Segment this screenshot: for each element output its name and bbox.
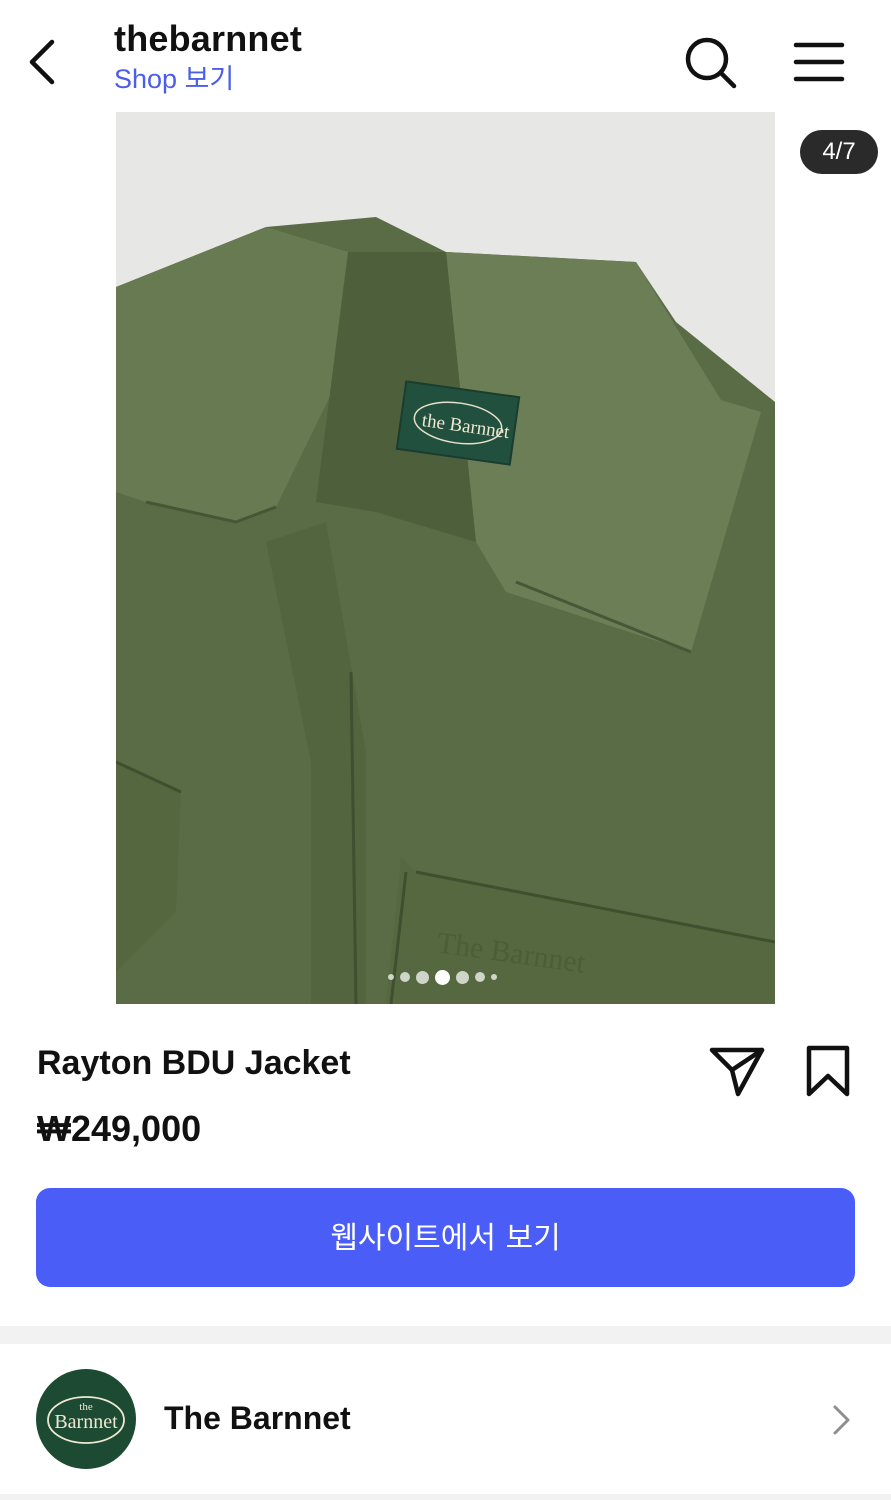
brand-logo: the Barnnet (47, 1396, 125, 1444)
chevron-right-icon (833, 1405, 850, 1435)
pagination-dot (416, 970, 429, 984)
brand-name: The Barnnet (164, 1400, 351, 1436)
product-image-carousel[interactable]: The Barnnet the Barnnet 4/7 (0, 112, 891, 1004)
pagination-dot (388, 974, 394, 980)
image-counter-badge: 4/7 (800, 130, 878, 174)
section-divider (0, 1326, 891, 1344)
brand-avatar: the Barnnet (36, 1369, 136, 1469)
svg-text:Barnnet: Barnnet (54, 1411, 118, 1433)
pagination-dot (400, 972, 410, 982)
shop-title: thebarnnet (114, 18, 303, 59)
product-price: ₩249,000 (37, 1108, 202, 1149)
product-name: Rayton BDU Jacket (37, 1044, 351, 1082)
jacket-image: The Barnnet the Barnnet (116, 112, 775, 1004)
pagination-dots (388, 967, 497, 987)
title-block: thebarnnet Shop 보기 (114, 18, 302, 96)
pagination-dot (435, 969, 450, 985)
menu-icon[interactable] (790, 34, 846, 90)
top-bar: thebarnnet Shop 보기 (0, 0, 891, 113)
search-icon[interactable] (682, 34, 738, 90)
share-icon[interactable] (708, 1042, 766, 1100)
product-info: Rayton BDU Jacket ₩249,000 웹사이트에서 보기 (0, 1004, 891, 1324)
pagination-dot (475, 972, 485, 982)
brand-row[interactable]: the Barnnet The Barnnet (0, 1344, 891, 1494)
view-on-website-button[interactable]: 웹사이트에서 보기 (36, 1188, 855, 1287)
bookmark-icon[interactable] (802, 1042, 854, 1100)
view-shop-link[interactable]: Shop 보기 (114, 62, 302, 96)
pagination-dot (491, 974, 497, 980)
bottom-divider (0, 1494, 891, 1500)
back-chevron-icon[interactable] (22, 36, 62, 88)
pagination-dot (456, 970, 469, 984)
product-photo: The Barnnet the Barnnet (116, 112, 775, 1004)
